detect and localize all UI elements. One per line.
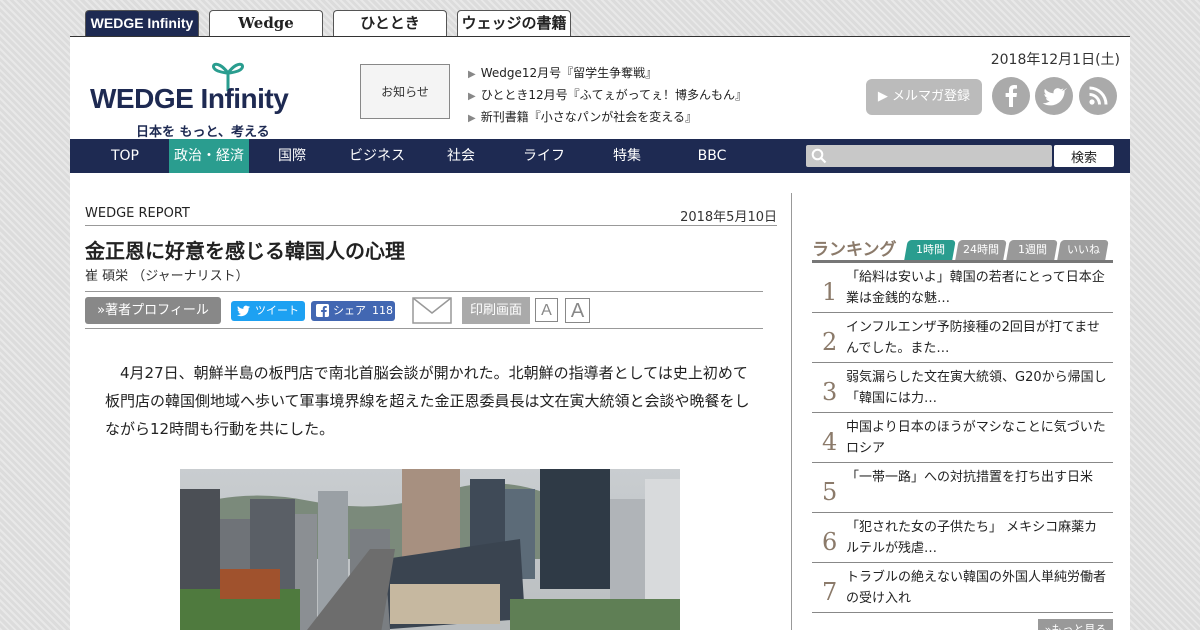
twitter-bird-icon [237,305,250,317]
nav-item-politics-economy[interactable]: 政治・経済 [169,139,249,173]
notice-button[interactable]: お知らせ [360,64,450,119]
news-list: ▶ Wedge12月号『留学生争奪戦』 ▶ ひととき12月号『ふてぇがってぇ！博多ん… [468,63,747,129]
logo-wordmark: WEDGE Infinity [90,83,289,114]
facebook-icon [316,304,329,317]
tweet-button[interactable]: ツイート [231,301,305,321]
tweet-label: ツイート [255,304,299,317]
rank-number: 3 [822,378,838,406]
rank-number: 5 [822,478,838,506]
mail-icon[interactable] [412,297,452,324]
twitter-icon[interactable] [1035,77,1073,115]
site-tab-hitotoki[interactable]: ひととき [333,10,447,37]
rank-headline: 「一帯一路」への対抗措置を打ち出す日米 [846,470,1094,485]
search-icon [811,148,827,164]
site-tab-wedge[interactable]: Wedge [209,10,323,37]
rank-number: 1 [822,278,838,306]
ranking-tab-label: 1時間 [915,243,945,256]
ranking-title: ランキング [812,240,897,260]
ranking-tab-label: 24時間 [963,243,999,256]
ranking-item[interactable]: 7 トラブルの絶えない韓国の外国人単純労働者の受け入れ [812,563,1113,613]
article-photo [180,469,680,630]
ranking-tab-label: 1週間 [1017,243,1047,256]
main-nav: TOP 政治・経済 国際 ビジネス 社会 ライフ 特集 BBC 検索 [70,139,1130,173]
nav-item-business[interactable]: ビジネス [340,139,414,173]
divider [85,291,763,292]
search-input[interactable] [806,145,1052,167]
rank-headline: 中国より日本のほうがマシなことに気づいたロシア [846,420,1106,456]
play-icon: ▶ [468,113,476,124]
ranking-tab-24hours[interactable]: 24時間 [955,240,1007,260]
play-icon: ▶ [468,69,476,80]
article-section[interactable]: WEDGE REPORT [85,206,190,221]
news-item-label: ひととき12月号『ふてぇがってぇ！博多んもん』 [480,88,748,102]
search-button[interactable]: 検索 [1054,145,1114,167]
column-divider [791,193,792,630]
facebook-icon[interactable] [992,77,1030,115]
rank-headline: トラブルの絶えない韓国の外国人単純労働者の受け入れ [846,570,1107,606]
rank-headline: 「給料は安いよ」韓国の若者にとって日本企業は金銭的な魅… [846,270,1105,306]
ranking-more-button[interactable]: »もっと見る [1038,619,1113,630]
newsletter-signup-button[interactable]: ▶ メルマガ登録 [866,79,982,115]
rank-number: 4 [822,428,838,456]
ranking-tab-1week[interactable]: 1週間 [1006,240,1058,260]
share-label: シェア [333,304,366,317]
nav-item-top[interactable]: TOP [100,139,150,173]
ranking-item[interactable]: 1 「給料は安いよ」韓国の若者にとって日本企業は金銭的な魅… [812,263,1113,313]
page: WEDGE Infinity 日本を もっと、考える お知らせ ▶ Wedge12… [70,36,1130,630]
news-item[interactable]: ▶ ひととき12月号『ふてぇがってぇ！博多んもん』 [468,85,747,107]
print-button[interactable]: 印刷画面 [462,297,530,324]
site-logo[interactable]: WEDGE Infinity 日本を もっと、考える [90,55,320,140]
divider [85,225,777,226]
ranking-tab-label: いいね [1066,243,1100,256]
ranking-list: 1 「給料は安いよ」韓国の若者にとって日本企業は金銭的な魅… 2 インフルエンザ予防… [812,263,1113,613]
rank-headline: 「犯された女の子供たち」 メキシコ麻薬カルテルが残虐… [846,520,1098,556]
divider [85,328,763,329]
rank-headline: インフルエンザ予防接種の2回目が打てませんでした。また… [846,320,1100,356]
article-date: 2018年5月10日 [680,210,777,225]
header-date: 2018年12月1日(土) [990,52,1120,68]
ranking-item[interactable]: 6 「犯された女の子供たち」 メキシコ麻薬カルテルが残虐… [812,513,1113,563]
news-item[interactable]: ▶ Wedge12月号『留学生争奪戦』 [468,63,747,85]
nav-item-life[interactable]: ライフ [514,139,574,173]
rank-number: 6 [822,528,838,556]
rank-number: 2 [822,328,838,356]
article-author: 崔 碩栄 （ジャーナリスト） [85,269,249,284]
ranking-item[interactable]: 5 「一帯一路」への対抗措置を打ち出す日米 [812,463,1113,513]
ranking-tab-likes[interactable]: いいね [1057,240,1109,260]
facebook-share-button[interactable]: シェア 118 [311,301,395,321]
author-profile-button[interactable]: »著者プロフィール [85,297,221,324]
rank-headline: 弱気漏らした文在寅大統領、G20から帰国し「韓国には力… [846,370,1107,406]
news-item-label: 新刊書籍『小さなパンが社会を変える』 [480,110,697,124]
play-icon: ▶ [468,91,476,102]
logo-tagline: 日本を もっと、考える [136,125,270,140]
rss-icon[interactable] [1079,77,1117,115]
ranking-item[interactable]: 3 弱気漏らした文在寅大統領、G20から帰国し「韓国には力… [812,363,1113,413]
news-item[interactable]: ▶ 新刊書籍『小さなパンが社会を変える』 [468,107,747,129]
news-item-label: Wedge12月号『留学生争奪戦』 [480,66,658,80]
nav-item-international[interactable]: 国際 [268,139,316,173]
article-body: 4月27日、朝鮮半島の板門店で南北首脳会談が開かれた。北朝鮮の指導者としては史上… [105,364,750,438]
nav-item-bbc[interactable]: BBC [688,139,736,173]
ranking-item[interactable]: 4 中国より日本のほうがマシなことに気づいたロシア [812,413,1113,463]
nav-item-society[interactable]: 社会 [438,139,484,173]
share-count: 118 [372,304,393,317]
ranking-tab-1hour[interactable]: 1時間 [904,240,956,260]
article-title: 金正恩に好意を感じる韓国人の心理 [85,239,405,263]
nav-item-feature[interactable]: 特集 [602,139,652,173]
font-size-small-button[interactable]: A [535,298,558,322]
font-size-large-button[interactable]: A [565,298,590,323]
rank-number: 7 [822,578,838,606]
site-tab-books[interactable]: ウェッジの書籍 [457,10,571,37]
site-tab-wedge-infinity[interactable]: WEDGE Infinity [85,10,199,37]
ranking-item[interactable]: 2 インフルエンザ予防接種の2回目が打てませんでした。また… [812,313,1113,363]
